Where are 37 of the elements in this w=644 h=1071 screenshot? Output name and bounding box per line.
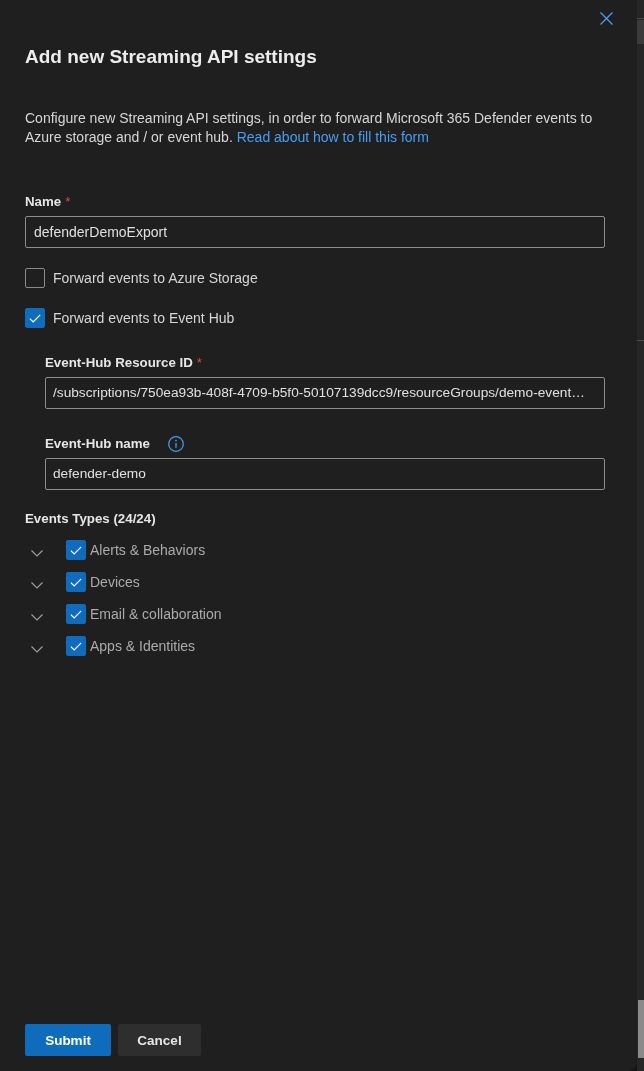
checkbox[interactable] (66, 540, 86, 560)
chevron-down-icon[interactable] (31, 645, 43, 653)
checkmark-icon (70, 609, 82, 619)
required-mark: * (65, 193, 71, 211)
checkbox-label[interactable]: Forward events to Azure Storage (53, 269, 258, 287)
checkbox[interactable] (66, 636, 86, 656)
submit-button[interactable]: Submit (25, 1024, 111, 1056)
close-icon (599, 11, 613, 25)
checkbox[interactable] (66, 572, 86, 592)
description-text: Configure new Streaming API settings, in order to forward Microsoft 365 Defender events to Azure storage and / or event hub. Read about how to fill this form (25, 109, 594, 147)
checkmark-icon (29, 313, 41, 323)
checkbox[interactable] (25, 268, 45, 288)
info-icon[interactable] (167, 436, 184, 452)
checkmark-icon (70, 577, 82, 587)
chevron-down-icon[interactable] (31, 549, 43, 557)
checkbox-label[interactable]: Email & collaboration (90, 605, 222, 623)
field-label: Event-Hub Resource ID (45, 354, 193, 372)
checkbox[interactable] (66, 604, 86, 624)
checkbox-label[interactable]: Devices (90, 573, 140, 591)
cancel-button[interactable]: Cancel (118, 1024, 201, 1056)
chevron-down-icon[interactable] (31, 613, 43, 621)
checkmark-icon (70, 641, 82, 651)
form-help-link[interactable]: Read about how to fill this form (236, 129, 429, 145)
checkbox[interactable] (25, 308, 45, 328)
checkbox-label[interactable]: Apps & Identities (90, 637, 196, 655)
checkmark-icon (70, 545, 82, 555)
text-input-field[interactable]: /subscriptions/750ea93b-408f-4709-b5f0-50107139dcc9/resourceGroups/demo-event… (45, 377, 605, 409)
required-mark: * (196, 354, 202, 372)
checkbox-label[interactable]: Forward events to Event Hub (53, 309, 235, 327)
section-title: Events Types (24/24) (25, 510, 157, 528)
field-label: Event-Hub name (45, 435, 150, 453)
text-input-field[interactable]: defender-demo (45, 458, 605, 490)
name-input-field[interactable]: defenderDemoExport (25, 216, 605, 248)
field-label: Name (25, 193, 62, 211)
checkbox-label[interactable]: Alerts & Behaviors (90, 541, 206, 559)
chevron-down-icon[interactable] (31, 581, 43, 589)
panel-title: Add new Streaming API settings (25, 45, 318, 69)
